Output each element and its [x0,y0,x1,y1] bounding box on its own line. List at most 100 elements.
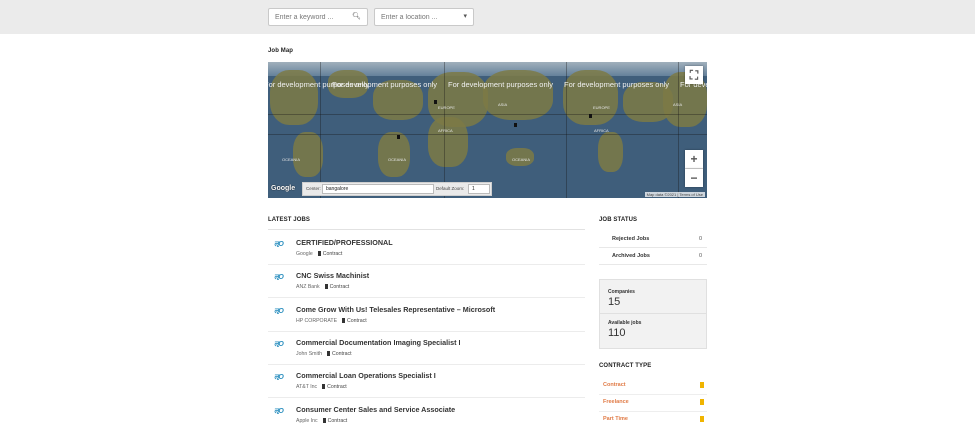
map-dev-watermark: For development purposes only [564,80,670,89]
map-label: OCEANIA [282,157,301,162]
google-logo: Google [271,185,296,192]
map-dev-watermark: For development purposes only [332,80,438,89]
company-logo: ऌO [274,274,284,281]
job-list-item[interactable]: ऌO Commercial Documentation Imaging Spec… [268,331,585,365]
company-logo: ऌO [274,241,284,248]
job-meta: AT&T Inc Contract [296,384,347,390]
job-type: Contract [331,351,352,357]
search-icon[interactable]: 🔍︎ [352,12,361,20]
location-input[interactable] [381,12,459,22]
bookmark-icon [326,351,330,356]
contract-type-label[interactable]: Freelance [603,399,629,405]
map-continent [598,132,623,172]
job-meta: ANZ Bank Contract [296,284,349,290]
status-count: 0 [698,236,702,242]
pin-icon[interactable]: ▾ [463,12,467,20]
job-list-item[interactable]: ऌO Commercial Loan Operations Specialist… [268,364,585,398]
keyword-input[interactable] [275,12,353,22]
job-list-item[interactable]: ऌO Consumer Center Sales and Service Ass… [268,398,585,431]
plus-icon[interactable]: + [685,150,703,168]
job-type: Contract [327,418,348,424]
map-continent [270,70,318,125]
contract-type-label[interactable]: Contract [603,382,626,388]
job-status-title: JOB STATUS [599,217,638,223]
bookmark-icon [342,318,346,323]
map-marker[interactable] [514,123,517,127]
status-label: Rejected Jobs [612,236,650,242]
job-title[interactable]: Come Grow With Us! Telesales Representat… [296,305,495,314]
contract-type-item[interactable]: Contract [599,377,707,395]
job-type: Contract [322,251,343,257]
map-label: EUROPE [593,105,610,110]
contract-type-item[interactable]: Freelance [599,394,707,412]
job-meta: John Smith Contract [296,351,352,357]
map-continent [293,132,323,177]
job-title[interactable]: Commercial Documentation Imaging Special… [296,338,461,347]
job-list-item[interactable]: ऌO CNC Swiss Machinist ANZ Bank Contract [268,264,585,298]
contract-type-label[interactable]: Part Time [603,416,628,422]
map-continent [428,117,468,167]
job-meta: Google Contract [296,251,342,257]
contract-type-item[interactable]: Part Time [599,411,707,428]
map-label: EUROPE [438,105,455,110]
job-title[interactable]: CERTIFIED/PROFESSIONAL [296,238,393,247]
map-label: OCEANIA [512,157,531,162]
map-marker[interactable] [397,135,400,139]
map-gridline [268,134,707,135]
bookmark-icon [324,284,328,289]
job-meta: Apple Inc Contract [296,418,347,424]
bookmark-icon [322,384,326,389]
location-search-box[interactable]: ▾ [374,8,474,26]
company-logo: ऌO [274,374,284,381]
fullscreen-icon[interactable]: ⛶ [685,66,703,84]
available-jobs-count: 110 [608,327,626,339]
bookmark-icon [700,416,704,422]
job-company: Google [296,251,313,257]
divider [268,229,585,230]
status-label: Archived Jobs [612,253,650,259]
center-input[interactable]: bangalore [322,184,434,194]
default-zoom-input[interactable]: 1 [468,184,490,194]
minus-icon[interactable]: − [685,169,703,187]
job-list-item[interactable]: ऌO CERTIFIED/PROFESSIONAL Google Contract [268,231,585,265]
bookmark-icon [317,251,321,256]
top-search-bar: 🔍︎ ▾ [0,0,975,34]
company-logo: ऌO [274,308,284,315]
map-marker[interactable] [589,114,592,118]
latest-jobs-title: LATEST JOBS [268,217,310,223]
map-label: OCEANIA [388,157,407,162]
status-row-rejected[interactable]: Rejected Jobs 0 [599,230,707,248]
map-center-controls: Center: bangalore Default Zoom: 1 [302,182,492,196]
map-dev-watermark: For development purposes only [448,80,554,89]
keyword-search-box[interactable]: 🔍︎ [268,8,368,26]
status-row-archived[interactable]: Archived Jobs 0 [599,247,707,265]
job-map[interactable]: For development purposes only For develo… [268,62,707,198]
job-title[interactable]: Commercial Loan Operations Specialist I [296,371,436,380]
job-type: Contract [327,384,347,390]
map-label: AFRICA [438,128,453,133]
job-title[interactable]: CNC Swiss Machinist [296,271,369,280]
map-label: ASIA [498,102,508,107]
job-title[interactable]: Consumer Center Sales and Service Associ… [296,405,455,414]
job-company: John Smith [296,351,322,357]
job-company: HP CORPORATE [296,318,338,324]
companies-label: Companies [608,289,635,295]
job-type: Contract [347,318,367,324]
job-list-item[interactable]: ऌO Come Grow With Us! Telesales Represen… [268,298,585,332]
bookmark-icon [322,418,326,423]
map-continent [483,70,553,120]
bookmark-icon [700,382,704,388]
map-label: AFRICA [594,128,609,133]
available-jobs-label: Available jobs [608,320,642,326]
companies-count: 15 [608,296,621,308]
center-label: Center: [306,186,321,191]
job-type: Contract [329,284,350,290]
map-gridline [678,62,679,198]
map-gridline [268,114,707,115]
job-map-title: Job Map [268,48,294,54]
map-marker[interactable] [434,100,437,104]
status-count: 0 [698,253,702,259]
company-logo: ऌO [274,408,284,415]
map-continent [378,132,410,177]
map-data-attribution[interactable]: Map data ©2021 | Terms of Use [644,192,705,197]
